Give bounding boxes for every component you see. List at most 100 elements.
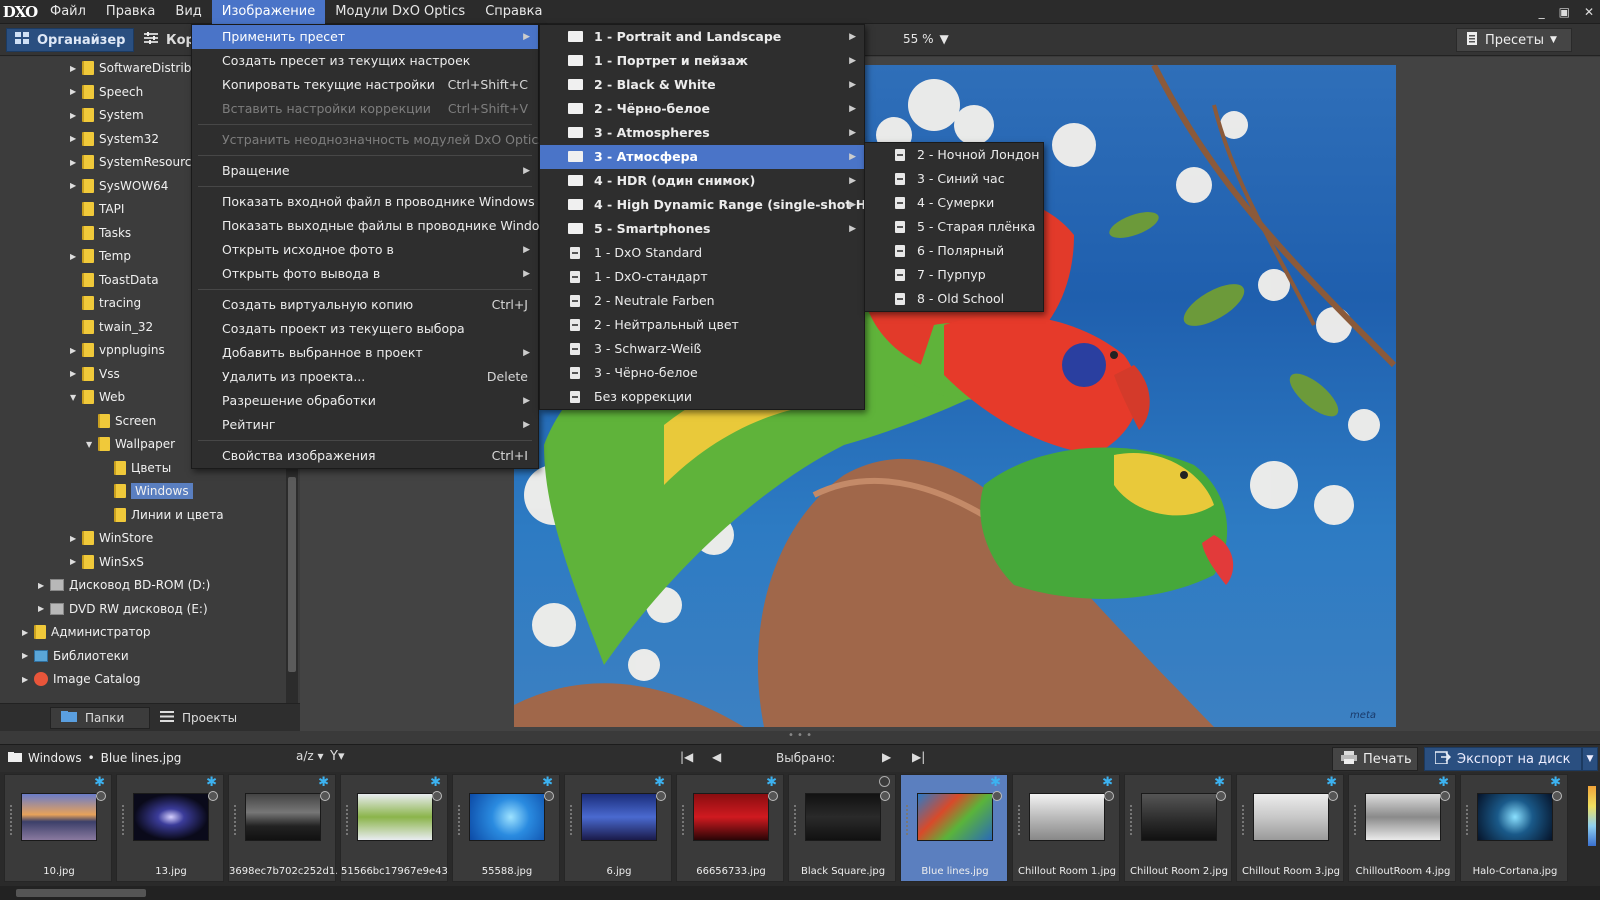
thumbnail[interactable]: Blue lines.jpg ✱ xyxy=(900,774,1008,882)
tree-item[interactable]: ToastData xyxy=(70,269,159,291)
expand-arrow-icon[interactable]: ▶ xyxy=(70,346,82,355)
preset-menu-item[interactable]: 3 - Атмосфера ▶ xyxy=(540,145,864,169)
atmosphere-preset-item[interactable]: 2 - Ночной Лондон xyxy=(865,143,1043,167)
close-icon[interactable]: ✕ xyxy=(1584,5,1594,19)
thumbnail[interactable]: Chillout Room 1.jpg ✱ xyxy=(1012,774,1120,882)
image-menu-item[interactable]: Свойства изображения Ctrl+I xyxy=(192,444,538,468)
expand-arrow-icon[interactable]: ▶ xyxy=(70,158,82,167)
drag-handle[interactable] xyxy=(234,805,236,835)
menu-modules[interactable]: Модули DxO Optics xyxy=(325,0,475,24)
thumbnail[interactable]: 3698ec7b702c252d1... ✱ xyxy=(228,774,337,882)
image-menu-item[interactable]: Открыть исходное фото в ▶ xyxy=(192,238,538,262)
tree-item[interactable]: ▶ SoftwareDistribu xyxy=(70,57,199,79)
tree-item[interactable]: ▼ Wallpaper xyxy=(86,433,175,455)
tree-item[interactable]: Windows xyxy=(102,480,193,502)
drag-handle[interactable] xyxy=(1018,805,1020,835)
preset-menu-item[interactable]: 1 - Portrait and Landscape ▶ xyxy=(540,25,864,49)
image-menu-item[interactable]: Рейтинг ▶ xyxy=(192,413,538,437)
preset-menu-item[interactable]: 3 - Schwarz-Weiß xyxy=(540,337,864,361)
expand-arrow-icon[interactable]: ▶ xyxy=(70,557,82,566)
tree-item[interactable]: ▶ Image Catalog xyxy=(22,668,140,690)
thumbnail[interactable]: Chillout Room 2.jpg ✱ xyxy=(1124,774,1232,882)
preset-menu-item[interactable]: 1 - DxO Standard xyxy=(540,241,864,265)
drag-handle[interactable] xyxy=(906,805,908,835)
preset-menu-item[interactable]: 3 - Atmospheres ▶ xyxy=(540,121,864,145)
expand-arrow-icon[interactable]: ▶ xyxy=(70,369,82,378)
filmstrip-scrollbar-thumb[interactable] xyxy=(16,889,146,897)
preset-menu-item[interactable]: 5 - Smartphones ▶ xyxy=(540,217,864,241)
first-image-icon[interactable]: |◀ xyxy=(680,750,693,764)
thumbnail[interactable]: ChilloutRoom 4.jpg ✱ xyxy=(1348,774,1456,882)
tree-item[interactable]: ▶ Vss xyxy=(70,363,120,385)
last-image-icon[interactable]: ▶| xyxy=(912,750,925,764)
image-menu-item[interactable]: Создать виртуальную копию Ctrl+J xyxy=(192,293,538,317)
image-menu-item[interactable]: Создать проект из текущего выбора xyxy=(192,317,538,341)
expand-arrow-icon[interactable]: ▶ xyxy=(70,64,82,73)
preset-menu-item[interactable]: 2 - Чёрно-белое ▶ xyxy=(540,97,864,121)
breadcrumb-folder[interactable]: Windows xyxy=(28,751,82,765)
expand-arrow-icon[interactable]: ▶ xyxy=(22,628,34,637)
collapse-arrow-icon[interactable]: ▼ xyxy=(86,440,98,449)
expand-arrow-icon[interactable]: ▶ xyxy=(70,134,82,143)
preset-menu-item[interactable]: 2 - Black & White ▶ xyxy=(540,73,864,97)
tree-scrollbar-thumb[interactable] xyxy=(288,477,296,672)
expand-arrow-icon[interactable]: ▶ xyxy=(38,581,50,590)
menu-file[interactable]: Файл xyxy=(40,0,96,24)
drag-handle[interactable] xyxy=(1242,805,1244,835)
preset-menu-item[interactable]: 4 - HDR (один снимок) ▶ xyxy=(540,169,864,193)
tree-item[interactable]: ▶ Temp xyxy=(70,245,131,267)
preset-menu-item[interactable]: 4 - High Dynamic Range (single-shot HDR)… xyxy=(540,193,892,217)
atmosphere-preset-item[interactable]: 6 - Полярный xyxy=(865,239,1043,263)
tree-item[interactable]: ▶ vpnplugins xyxy=(70,339,165,361)
filter-button[interactable]: Y▾ xyxy=(330,749,344,764)
tab-projects[interactable]: Проекты xyxy=(150,707,247,729)
preset-menu-item[interactable]: 2 - Neutrale Farben xyxy=(540,289,864,313)
zoom-selector[interactable]: 55 % ▼ xyxy=(903,32,949,46)
tree-item[interactable]: tracing xyxy=(70,292,141,314)
image-menu-item[interactable]: Создать пресет из текущих настроек xyxy=(192,49,538,73)
presets-button[interactable]: Пресеты ▼ xyxy=(1456,28,1572,52)
previous-image-icon[interactable]: ◀ xyxy=(712,750,721,764)
image-menu-item[interactable]: Показать входной файл в проводнике Windo… xyxy=(192,190,538,214)
restore-icon[interactable]: ▣ xyxy=(1559,5,1570,19)
thumbnail[interactable]: 13.jpg ✱ xyxy=(116,774,224,882)
menu-view[interactable]: Вид xyxy=(165,0,211,24)
drag-handle[interactable] xyxy=(682,805,684,835)
tab-folders[interactable]: Папки xyxy=(50,706,150,729)
tree-item[interactable]: ▶ Дисковод BD-ROM (D:) xyxy=(38,574,210,596)
tree-item[interactable]: ▶ Библиотеки xyxy=(22,645,129,667)
atmosphere-preset-item[interactable]: 7 - Пурпур xyxy=(865,263,1043,287)
tree-item[interactable]: ▶ WinSxS xyxy=(70,551,144,573)
image-menu-item[interactable]: Открыть фото вывода в ▶ xyxy=(192,262,538,286)
expand-arrow-icon[interactable]: ▶ xyxy=(22,675,34,684)
atmosphere-preset-item[interactable]: 4 - Сумерки xyxy=(865,191,1043,215)
menu-edit[interactable]: Правка xyxy=(96,0,165,24)
filmstrip-resize-grip[interactable]: • • • xyxy=(0,731,1600,744)
tree-item[interactable]: twain_32 xyxy=(70,316,153,338)
tree-item[interactable]: ▶ System32 xyxy=(70,128,159,150)
collapse-arrow-icon[interactable]: ▼ xyxy=(70,393,82,402)
menu-help[interactable]: Справка xyxy=(475,0,552,24)
preset-menu-item[interactable]: Без коррекции xyxy=(540,385,864,409)
drag-handle[interactable] xyxy=(10,805,12,835)
preset-menu-item[interactable]: 1 - DxO-стандарт xyxy=(540,265,864,289)
expand-arrow-icon[interactable]: ▶ xyxy=(38,604,50,613)
image-menu-item[interactable]: Применить пресет ▶ xyxy=(192,25,538,49)
drag-handle[interactable] xyxy=(122,805,124,835)
drag-handle[interactable] xyxy=(794,805,796,835)
menu-image[interactable]: Изображение xyxy=(211,0,326,24)
preset-menu-item[interactable]: 1 - Портрет и пейзаж ▶ xyxy=(540,49,864,73)
expand-arrow-icon[interactable]: ▶ xyxy=(70,111,82,120)
thumbnail[interactable]: Black Square.jpg xyxy=(788,774,896,882)
tree-item[interactable]: ▶ Speech xyxy=(70,81,143,103)
tree-item[interactable]: Tasks xyxy=(70,222,131,244)
image-menu-item[interactable]: Копировать текущие настройки Ctrl+Shift+C xyxy=(192,73,538,97)
expand-arrow-icon[interactable]: ▶ xyxy=(22,651,34,660)
tree-item[interactable]: ▶ Администратор xyxy=(22,621,151,643)
thumbnail[interactable]: 10.jpg ✱ xyxy=(4,774,112,882)
expand-arrow-icon[interactable]: ▶ xyxy=(70,252,82,261)
export-to-disk-button[interactable]: Экспорт на диск xyxy=(1424,747,1582,771)
tree-item[interactable]: TAPI xyxy=(70,198,124,220)
drag-handle[interactable] xyxy=(1130,805,1132,835)
organizer-tab-button[interactable]: Органайзер xyxy=(6,28,134,52)
